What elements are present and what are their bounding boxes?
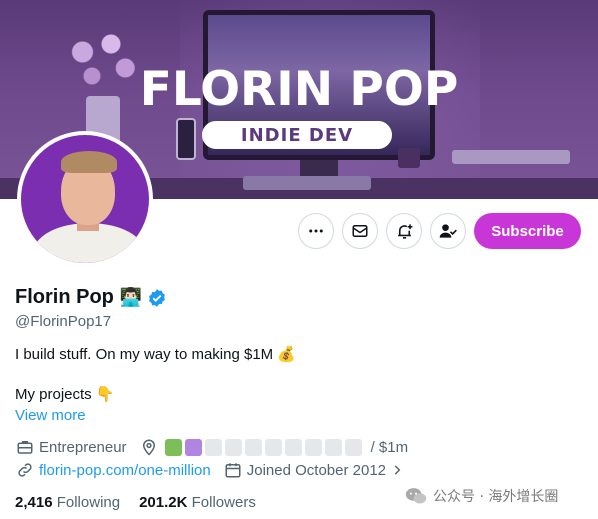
- profile-name: Florin Pop: [15, 286, 114, 308]
- website-link[interactable]: florin-pop.com/one-million: [39, 462, 211, 479]
- chevron-right-icon[interactable]: [390, 463, 404, 477]
- followers-stat[interactable]: 201.2K Followers: [139, 494, 256, 511]
- progress-square-filled: [184, 438, 202, 456]
- avatar[interactable]: [17, 131, 153, 267]
- occupation: Entrepreneur: [39, 438, 127, 456]
- progress-square-filled: [164, 438, 182, 456]
- link-icon: [15, 460, 35, 480]
- more-horizontal-icon: [309, 229, 323, 233]
- avatar-hair: [61, 151, 117, 173]
- view-more-link[interactable]: View more: [15, 407, 86, 424]
- million-progress-bar: [164, 438, 365, 456]
- technologist-emoji: 👨🏻‍💻: [119, 287, 143, 307]
- progress-square-empty: [324, 438, 342, 456]
- briefcase-icon: [15, 437, 35, 457]
- bio-line-2: My projects 👇: [15, 386, 115, 403]
- profile-name-row: Florin Pop 👨🏻‍💻: [15, 286, 167, 309]
- progress-square-empty: [204, 438, 222, 456]
- following-button[interactable]: [430, 213, 466, 249]
- verified-badge-icon[interactable]: [147, 288, 167, 308]
- bio-line-1: I build stuff. On my way to making $1M 💰: [15, 346, 297, 363]
- following-label: Following: [56, 494, 121, 511]
- banner-mug: [398, 148, 420, 168]
- following-stat[interactable]: 2,416 Following: [15, 494, 120, 511]
- wechat-logo-icon: [405, 488, 427, 504]
- envelope-icon: [352, 225, 368, 237]
- calendar-icon: [223, 460, 243, 480]
- progress-square-empty: [284, 438, 302, 456]
- banner-subtitle: INDIE DEV: [202, 121, 392, 149]
- progress-square-empty: [344, 438, 362, 456]
- progress-label: / $1m: [370, 438, 409, 456]
- profile-meta-row-2: florin-pop.com/one-million Joined Octobe…: [15, 460, 404, 480]
- followers-label: Followers: [191, 494, 256, 511]
- message-button[interactable]: [342, 213, 378, 249]
- profile-handle: @FlorinPop17: [15, 313, 112, 330]
- banner-title: FLORIN POP: [139, 62, 459, 117]
- subscribe-button[interactable]: Subscribe: [474, 213, 581, 249]
- banner-laptop: [452, 150, 570, 164]
- following-count: 2,416: [15, 494, 53, 511]
- follow-stats: 2,416 Following 201.2K Followers: [15, 494, 275, 511]
- progress-square-empty: [224, 438, 242, 456]
- progress-square-empty: [244, 438, 262, 456]
- profile-meta-row-1: Entrepreneur / $1m: [15, 437, 408, 457]
- joined-date: Joined October 2012: [246, 461, 387, 479]
- bell-plus-icon: [397, 223, 412, 239]
- more-button[interactable]: [298, 213, 334, 249]
- notify-button[interactable]: [386, 213, 422, 249]
- followers-count: 201.2K: [139, 494, 188, 511]
- banner-phone: [176, 118, 196, 160]
- location-pin-icon: [139, 437, 159, 457]
- banner-keyboard: [243, 176, 371, 190]
- wechat-watermark: 公众号 · 海外增长圈: [405, 486, 558, 506]
- progress-square-empty: [264, 438, 282, 456]
- person-check-icon: [439, 224, 457, 238]
- watermark-text: 公众号 · 海外增长圈: [433, 489, 559, 505]
- progress-square-empty: [304, 438, 322, 456]
